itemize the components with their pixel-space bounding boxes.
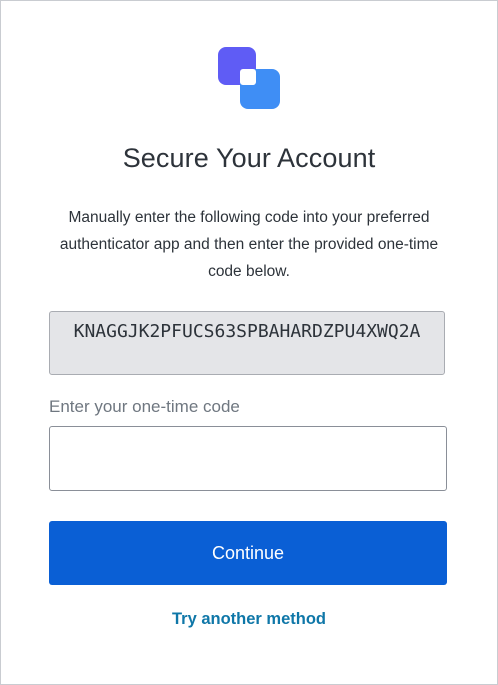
instructions-text: Manually enter the following code into y…	[59, 209, 439, 280]
otp-input[interactable]	[49, 426, 447, 491]
secret-code-display[interactable]: KNAGGJK2PFUCS63SPBAHARDZPU4XWQ2A	[49, 311, 445, 375]
overlapping-squares-logo-icon	[218, 47, 280, 109]
page-title: Secure Your Account	[122, 143, 376, 173]
continue-button[interactable]: Continue	[49, 521, 447, 585]
otp-field-label: Enter your one-time code	[49, 397, 240, 416]
mfa-setup-card: Secure Your Account Manually enter the f…	[0, 0, 498, 685]
try-another-method-link[interactable]: Try another method	[1, 610, 497, 629]
